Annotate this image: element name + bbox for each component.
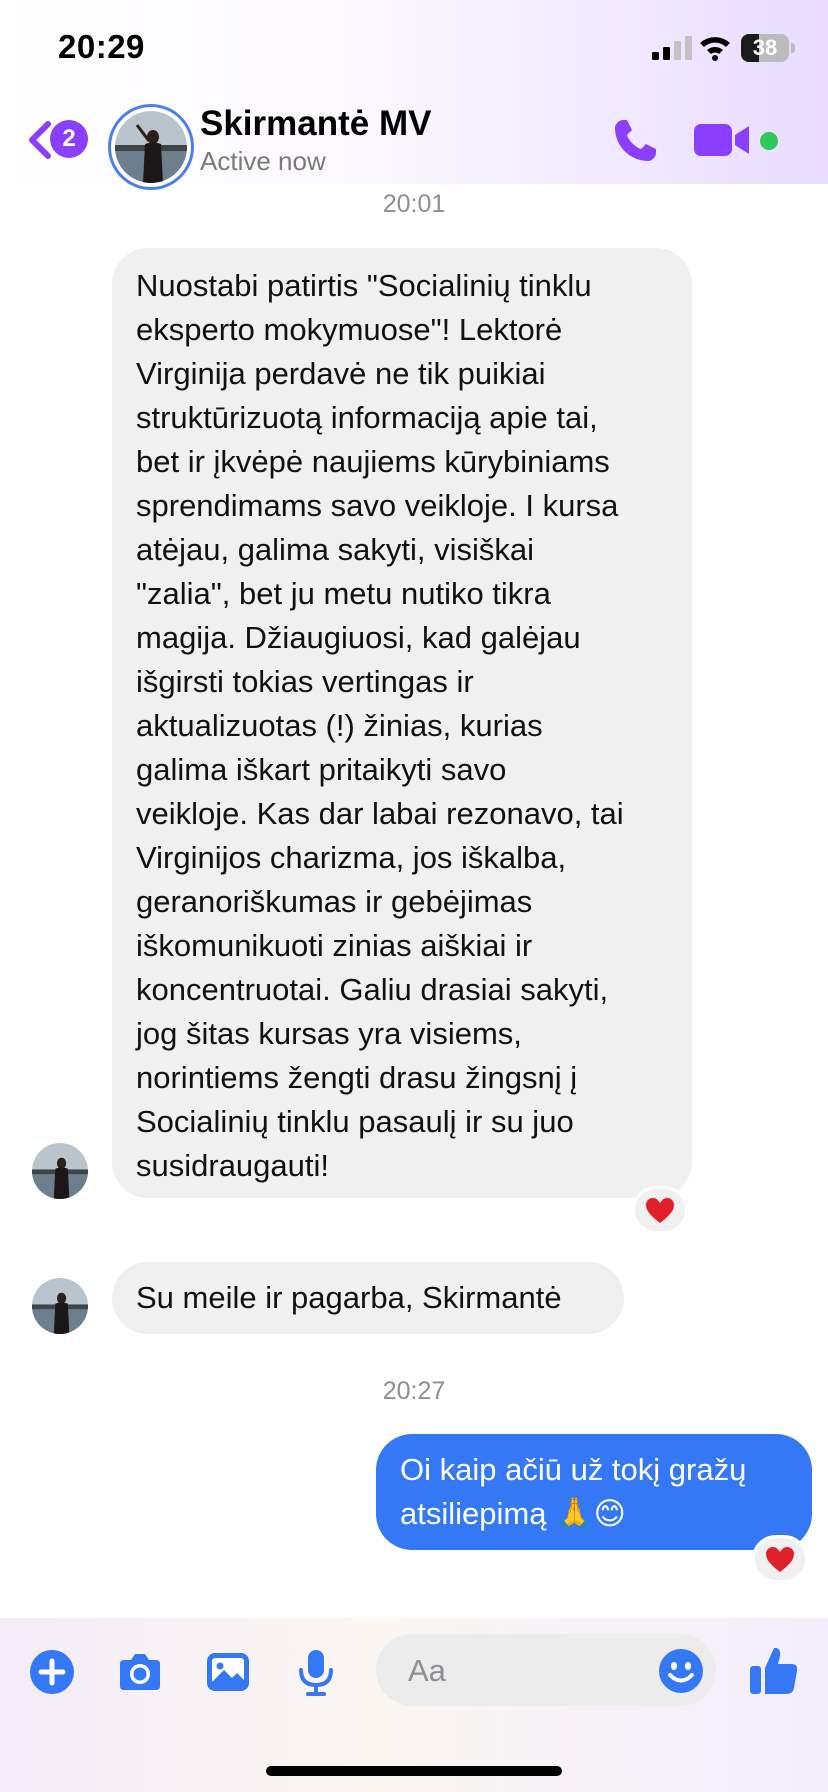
heart-icon <box>766 1547 794 1572</box>
message-line: Nuostabi patirtis "Socialinių tinklu <box>136 268 592 303</box>
message-line: koncentruotai. Galiu drasiai sakyti, <box>136 972 609 1007</box>
message-line: Oi kaip ačiū už tokį gražų <box>400 1452 747 1487</box>
contact-avatar[interactable] <box>108 104 194 190</box>
heart-icon <box>646 1198 674 1223</box>
message-line: Virginija perdavė ne tik puikiai <box>136 356 546 391</box>
incoming-message-bubble[interactable]: Su meile ir pagarba, Skirmantė <box>112 1262 624 1334</box>
battery-indicator: 38 <box>741 34 795 62</box>
message-line: veikloje. Kas dar labai rezonavo, tai <box>136 796 624 831</box>
gallery-icon[interactable] <box>204 1648 252 1696</box>
emoji-icon[interactable] <box>658 1648 704 1694</box>
timestamp: 20:01 <box>382 190 446 218</box>
message-input[interactable] <box>406 1634 630 1708</box>
contact-status: Active now <box>200 146 326 176</box>
cellular-signal-icon <box>652 36 692 60</box>
message-line: iškomunikuoti zinias aiškiai ir <box>136 928 533 963</box>
wifi-icon <box>700 37 730 61</box>
camera-icon[interactable] <box>116 1648 164 1696</box>
heart-reaction[interactable] <box>632 1186 688 1234</box>
plus-icon[interactable] <box>28 1648 76 1696</box>
heart-reaction[interactable] <box>752 1535 808 1583</box>
status-time: 20:29 <box>58 28 145 65</box>
outgoing-message-bubble[interactable]: Oi kaip ačiū už tokį gražų atsiliepimą 🙏😊 <box>376 1434 812 1550</box>
message-line: išgirsti tokias vertingas ir <box>136 664 474 699</box>
avatar-photo <box>115 111 187 183</box>
message-line: sprendimams savo veikloje. I kursa <box>136 488 619 523</box>
message-line: jog šitas kursas yra visiems, <box>136 1016 522 1051</box>
message-line: susidraugauti! <box>136 1148 330 1183</box>
message-line: geranoriškumas ir gebėjimas <box>136 884 533 919</box>
message-line: aktualizuotas (!) žinias, kurias <box>136 708 543 743</box>
contact-name[interactable]: Skirmantė MV <box>200 104 431 144</box>
message-line: Socialinių tinklu pasaulį ir su juo <box>136 1104 574 1139</box>
timestamp: 20:27 <box>382 1377 446 1405</box>
message-line: atėjau, galima sakyti, visiškai <box>136 532 534 567</box>
message-composer[interactable] <box>376 1634 716 1708</box>
battery-percent: 38 <box>752 35 778 60</box>
message-line: Virginijos charizma, jos iškalba, <box>136 840 567 875</box>
sender-avatar[interactable] <box>32 1143 88 1199</box>
microphone-icon[interactable] <box>292 1648 340 1696</box>
incoming-message-bubble[interactable]: Nuostabi patirtis "Socialinių tinklu eksp… <box>112 248 692 1198</box>
phone-icon[interactable] <box>610 116 660 166</box>
message-line: atsiliepimą 🙏😊 <box>400 1496 626 1531</box>
sender-avatar-photo <box>32 1278 88 1334</box>
thumbs-up-icon[interactable] <box>748 1644 800 1696</box>
message-line: eksperto mokymuose"! Lektorė <box>136 312 563 347</box>
sender-avatar[interactable] <box>32 1278 88 1334</box>
message-line: galima iškart pritaikyti savo <box>136 752 507 787</box>
message-line: struktūrizuotą informaciją apie tai, <box>136 400 598 435</box>
video-camera-icon[interactable] <box>694 122 750 158</box>
message-line: magija. Džiaugiuosi, kad galėjau <box>136 620 581 655</box>
message-line: "zalia", bet ju metu nutiko tikra <box>136 576 551 611</box>
message-line: norintiems žengti drasu žingsnį į <box>136 1060 578 1095</box>
unread-count-badge[interactable]: 2 <box>50 120 88 158</box>
sender-avatar-photo <box>32 1143 88 1199</box>
home-indicator <box>266 1766 562 1776</box>
message-line: bet ir įkvėpė naujiems kūrybiniams <box>136 444 610 479</box>
online-status-dot <box>760 132 778 150</box>
